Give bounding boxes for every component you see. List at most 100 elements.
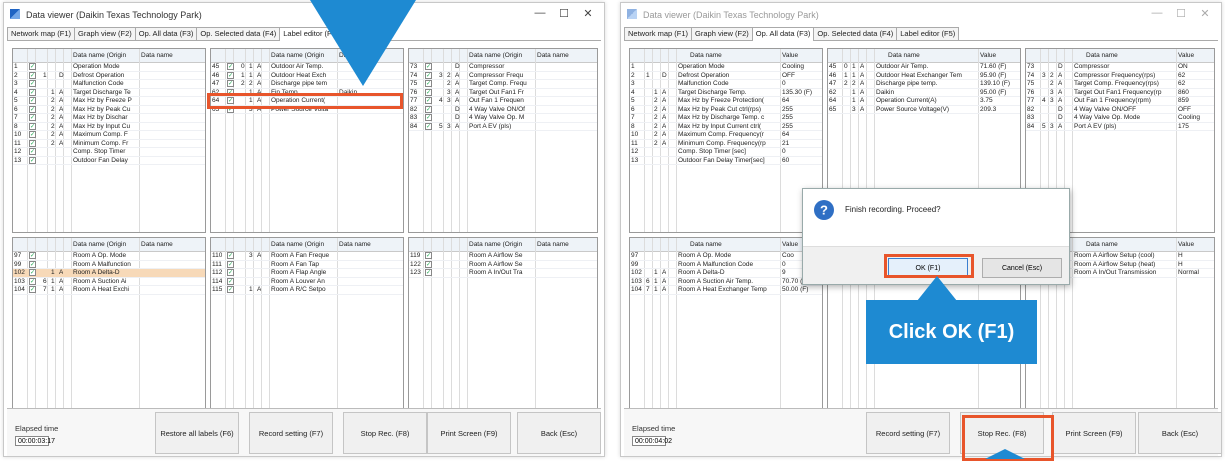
table-row[interactable]: 83 D 4 Way Valve Op. Mode Cooling [1026,114,1214,123]
row-checkbox[interactable]: ✓ [425,105,432,113]
data-grid-3[interactable]: Data name (Origin Data name 73 D Compressor ✓… [408,48,598,233]
table-row[interactable]: 8 2 A Max Hz by Input Current ctrl(255 [630,123,822,131]
close-icon[interactable]: ✕ [576,7,600,20]
tab-4[interactable]: Op. Selected data (F4) [813,27,898,40]
record-setting-button[interactable]: Record setting (F7) [249,412,333,454]
table-row[interactable]: 5 2 A Max Hz by Freeze Protection(64 [630,97,822,106]
row-checkbox[interactable]: ✓ [425,97,432,104]
table-row[interactable]: 84 5 3 A Port A EV (pls) 175 [1026,123,1214,131]
table-row[interactable]: 74 3 2 A Compressor Frequ ✓ [409,71,597,80]
row-checkbox[interactable]: ✓ [29,139,36,147]
table-row[interactable]: 97 Room A Op. Mode Coo [630,252,822,261]
row-checkbox[interactable]: ✓ [29,71,36,79]
row-checkbox[interactable]: ✓ [425,80,432,87]
data-grid-5[interactable]: Data name (Origin Data name 110 3 A Room A Fa… [210,237,404,412]
tab-4[interactable]: Op. Selected data (F4) [196,27,281,40]
table-row[interactable]: 11 2 A Minimum Comp. Frequency(rp 21 [630,140,822,148]
table-row[interactable]: 3 Malfunction Code ✓ [13,80,205,89]
table-row[interactable]: 6 2 A Max Hz by Peak Cu ✓ [13,105,205,114]
table-row[interactable]: 13 Outdoor Fan Delay ✓ [13,156,205,165]
table-row[interactable]: 102 1 A Room A Delta-D 9 [630,269,822,278]
table-row[interactable]: 99 Room A Malfunction Code 0 [630,261,822,269]
tab-5[interactable]: Label editor (F5) [896,27,960,40]
table-row[interactable]: 104 7 1 A Room A Heat Exchanger Temp 50.00 (F… [630,286,822,295]
table-row[interactable]: 111 Room A Fan Tap ✓ [211,260,403,269]
row-checkbox[interactable]: ✓ [425,63,432,70]
table-row[interactable]: 103 6 1 A Room A Suction Air Temp. 70.70 (F) [630,278,822,286]
back-button[interactable]: Back (Esc) [517,412,601,454]
table-row[interactable]: 5 2 A Max Hz by Freeze P ✓ [13,97,205,106]
table-row[interactable]: 45 0 1 A Outdoor Air Temp. 71.60 (F) [828,63,1020,72]
table-row[interactable]: 10 2 A Maximum Comp. Frequency(r 64 [630,131,822,140]
row-checkbox[interactable]: ✓ [425,71,432,79]
table-row[interactable]: 76 3 A Target Out Fan1 Frequency(rp 860 [1026,89,1214,97]
table-row[interactable]: 84 5 3 A Port A EV (pls) ✓ [409,122,597,131]
maximize-icon[interactable]: ☐ [1169,7,1193,20]
row-checkbox[interactable]: ✓ [29,286,36,293]
table-row[interactable]: 115 1 A Room A R/C Setpo ✓ [211,286,403,295]
row-checkbox[interactable]: ✓ [227,286,234,293]
row-checkbox[interactable]: ✓ [29,88,36,96]
table-row[interactable]: 75 2 A Target Comp. Frequency(rps) 62 [1026,80,1214,89]
row-checkbox[interactable]: ✓ [29,80,36,87]
stop-rec-button[interactable]: Stop Rec. (F8) [343,412,427,454]
table-row[interactable]: 64 1 A Operation Current(A) 3.75 [828,97,1020,106]
row-checkbox[interactable]: ✓ [29,131,36,138]
row-checkbox[interactable]: ✓ [227,71,234,79]
table-row[interactable]: 73 D Compressor ✓ [409,63,597,72]
minimize-icon[interactable]: — [1145,7,1169,19]
table-row[interactable]: 112 Room A Flap Angle ✓ [211,269,403,278]
tab-2[interactable]: Graph view (F2) [74,27,136,40]
data-grid-6[interactable]: Data name (Origin Data name 119 Room A Airf… [408,237,598,412]
table-row[interactable]: 2 1 D Defrost Operation OFF [630,72,822,80]
row-checkbox[interactable]: ✓ [29,148,36,155]
cancel-button[interactable]: Cancel (Esc) [982,258,1062,278]
row-checkbox[interactable]: ✓ [29,252,36,259]
row-checkbox[interactable]: ✓ [425,252,432,259]
table-row[interactable]: 102 1 A Room A Delta-D ✓ [13,269,205,278]
back-button[interactable]: Back (Esc) [1138,412,1222,454]
table-row[interactable]: 1 Operation Mode Cooling [630,63,822,72]
table-row[interactable]: 123 Room A In/Out Tra ✓ [409,269,597,278]
row-checkbox[interactable]: ✓ [425,88,432,96]
data-grid-4[interactable]: Data name Value 97 Room A Op. Mode Coo 99 Room… [629,237,823,412]
row-checkbox[interactable]: ✓ [227,277,234,285]
row-checkbox[interactable]: ✓ [227,80,234,87]
table-row[interactable]: 122 Room A Airflow Se ✓ [409,260,597,269]
row-checkbox[interactable]: ✓ [227,252,234,259]
row-checkbox[interactable]: ✓ [425,260,432,268]
print-screen-button[interactable]: Print Screen (F9) [1052,412,1136,454]
table-row[interactable]: 103 6 1 A Room A Suction Ai ✓ [13,277,205,286]
table-row[interactable]: 4 1 A Target Discharge Temp. 135.30 (F) [630,89,822,97]
table-row[interactable]: 83 D 4 Way Valve Op. M ✓ [409,114,597,123]
row-checkbox[interactable]: ✓ [29,277,36,285]
table-row[interactable]: 65 3 A Power Source Voltage(V) 209.3 [828,106,1020,114]
table-row[interactable]: 99 Room A Malfunction ✓ [13,260,205,269]
table-row[interactable]: 4 1 A Target Discharge Te ✓ [13,88,205,97]
row-checkbox[interactable]: ✓ [425,269,432,276]
table-row[interactable]: 13 Outdoor Fan Delay Timer[sec] 60 [630,157,822,165]
table-row[interactable]: 82 D 4 Way Valve ON/Of ✓ [409,105,597,114]
table-row[interactable]: 8 2 A Max Hz by Input Cu ✓ [13,122,205,131]
table-row[interactable]: 97 Room A Op. Mode ✓ [13,252,205,261]
table-row[interactable]: 10 2 A Maximum Comp. F ✓ [13,131,205,140]
tab-3[interactable]: Op. All data (F3) [751,27,815,41]
row-checkbox[interactable]: ✓ [29,105,36,113]
table-row[interactable]: 11 2 A Minimum Comp. Fr ✓ [13,139,205,148]
row-checkbox[interactable]: ✓ [29,156,36,164]
table-row[interactable]: 7 2 A Max Hz by Dischar ✓ [13,114,205,123]
tab-3[interactable]: Op. All data (F3) [134,27,198,40]
row-checkbox[interactable]: ✓ [227,63,234,70]
table-row[interactable]: 114 Room A Louver An ✓ [211,277,403,286]
table-row[interactable]: 62 1 A Daikin 95.00 (F) [828,89,1020,97]
tab-2[interactable]: Graph view (F2) [691,27,753,40]
table-row[interactable]: 6 2 A Max Hz by Peak Cut ctrl(rps) 255 [630,106,822,114]
tab-1[interactable]: Network map (F1) [624,27,693,40]
row-checkbox[interactable]: ✓ [227,260,234,268]
table-row[interactable]: 110 3 A Room A Fan Freque ✓ [211,252,403,261]
tab-1[interactable]: Network map (F1) [7,27,76,40]
table-row[interactable]: 3 Malfunction Code 0 [630,80,822,89]
table-row[interactable]: 7 2 A Max Hz by Discharge Temp. c 255 [630,114,822,123]
row-checkbox[interactable]: ✓ [29,63,36,70]
table-row[interactable]: 77 4 3 A Out Fan 1 Frequen ✓ [409,97,597,106]
